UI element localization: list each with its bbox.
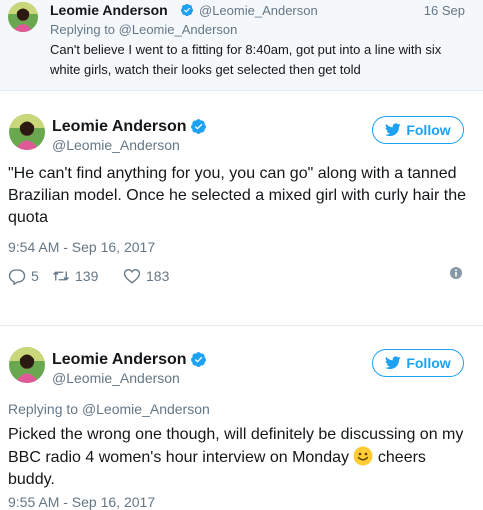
- tweet-text: Picked the wrong one though, will defini…: [8, 424, 474, 491]
- replying-to-label: Replying to: [50, 22, 116, 37]
- author-name[interactable]: Leomie Anderson: [52, 350, 187, 369]
- avatar[interactable]: [8, 2, 38, 32]
- info-action[interactable]: [450, 267, 462, 279]
- twitter-thread-page: Leomie Anderson @Leomie_Anderson 16 Sep …: [0, 0, 483, 510]
- verified-badge-icon: [191, 352, 206, 367]
- reply-action[interactable]: 5: [8, 267, 39, 285]
- reply-icon: [8, 269, 26, 285]
- smiley-emoji-icon: [353, 446, 373, 466]
- author-handle[interactable]: @Leomie_Anderson: [199, 2, 318, 19]
- replying-to-line: Replying to @Leomie_Anderson: [50, 21, 237, 38]
- verified-badge-icon: [191, 119, 206, 134]
- reply-tweet-card[interactable]: Leomie Anderson @Leomie_Anderson 16 Sep …: [0, 0, 483, 91]
- author-name[interactable]: Leomie Anderson: [52, 117, 187, 136]
- author-handle[interactable]: @Leomie_Anderson: [52, 137, 180, 154]
- replying-to-line: Replying to @Leomie_Anderson: [8, 401, 210, 418]
- info-icon: [450, 267, 462, 279]
- twitter-bird-icon: [385, 123, 402, 137]
- author-name[interactable]: Leomie Anderson: [50, 2, 168, 19]
- like-action[interactable]: 183: [123, 267, 169, 285]
- follow-button-label: Follow: [406, 122, 451, 138]
- replying-to-label: Replying to: [8, 401, 79, 417]
- follow-button[interactable]: Follow: [372, 349, 464, 377]
- tweet-text: Can't believe I went to a fitting for 8:…: [50, 42, 442, 77]
- reply-count: 5: [31, 268, 39, 284]
- tweet-timestamp-link[interactable]: 9:55 AM - Sep 16, 2017: [8, 494, 155, 510]
- heart-icon: [123, 269, 141, 284]
- twitter-bird-icon: [385, 356, 402, 370]
- tweet-timestamp-link[interactable]: 9:54 AM - Sep 16, 2017: [8, 239, 155, 256]
- retweet-action[interactable]: 139: [52, 267, 98, 285]
- retweet-icon: [53, 271, 69, 281]
- tweet-date[interactable]: 16 Sep: [424, 2, 465, 19]
- avatar[interactable]: [9, 114, 45, 150]
- verified-badge-icon: [180, 3, 194, 17]
- tweet-card[interactable]: Leomie Anderson @Leomie_Anderson Follow …: [0, 328, 483, 510]
- retweet-count: 139: [75, 268, 99, 284]
- like-count: 183: [146, 268, 170, 284]
- replying-to-handle-link[interactable]: @Leomie_Anderson: [119, 22, 238, 37]
- author-handle[interactable]: @Leomie_Anderson: [52, 370, 180, 387]
- tweet-actions: 5 139 183: [8, 267, 474, 287]
- follow-button-label: Follow: [406, 355, 451, 371]
- avatar[interactable]: [9, 347, 45, 383]
- replying-to-handle-link[interactable]: @Leomie_Anderson: [82, 401, 210, 417]
- follow-button[interactable]: Follow: [372, 116, 464, 144]
- tweet-card[interactable]: Leomie Anderson @Leomie_Anderson Follow …: [0, 95, 483, 326]
- tweet-text: "He can't find anything for you, you can…: [8, 165, 466, 226]
